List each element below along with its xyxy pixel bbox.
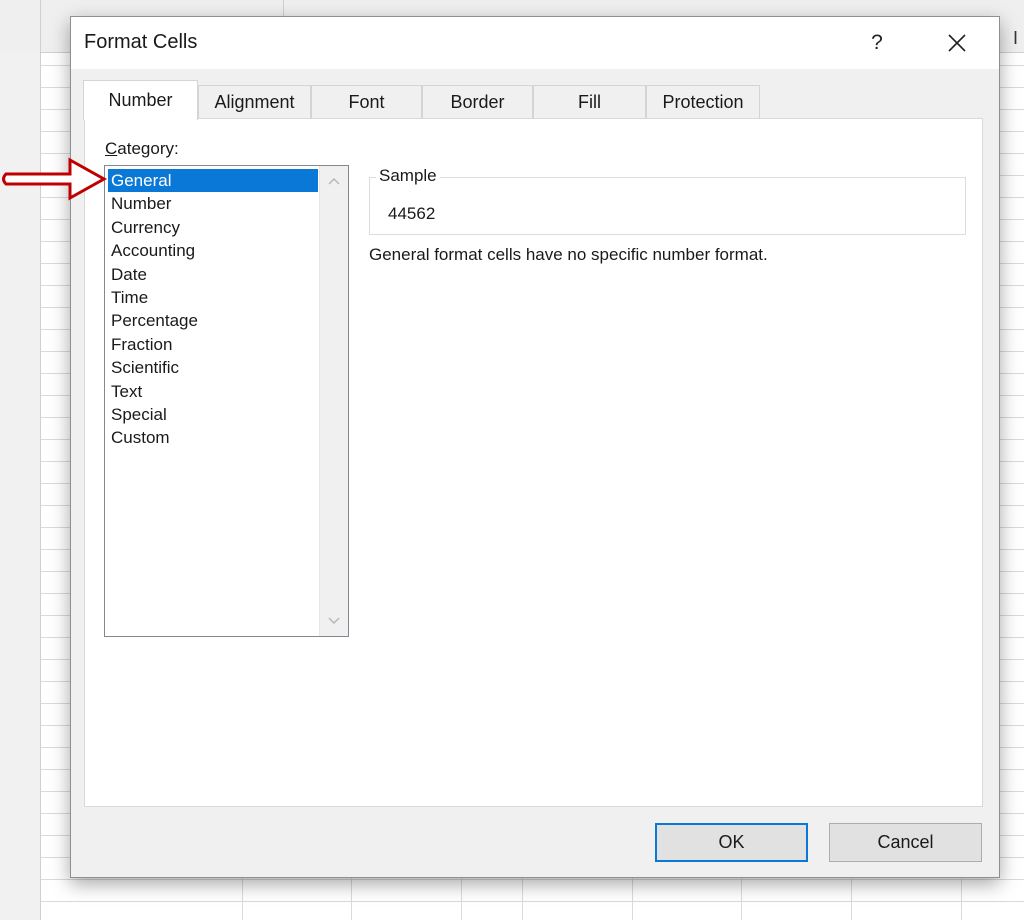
- dialog-title: Format Cells: [84, 31, 198, 53]
- category-listbox[interactable]: General Number Currency Accounting Date …: [104, 165, 349, 637]
- category-list: General Number Currency Accounting Date …: [108, 169, 318, 450]
- category-item-currency[interactable]: Currency: [108, 216, 318, 239]
- category-item-date[interactable]: Date: [108, 263, 318, 286]
- ok-button[interactable]: OK: [655, 823, 808, 862]
- tab-panel-number: Category: General Number Currency Accoun…: [84, 118, 983, 807]
- category-item-number[interactable]: Number: [108, 192, 318, 215]
- tab-number[interactable]: Number: [83, 80, 198, 120]
- category-item-general[interactable]: General: [108, 169, 318, 193]
- annotation-arrow-icon: [2, 157, 108, 201]
- cancel-button[interactable]: Cancel: [829, 823, 982, 862]
- select-all-corner[interactable]: [0, 0, 41, 52]
- category-scrollbar[interactable]: [319, 166, 348, 636]
- category-item-special[interactable]: Special: [108, 403, 318, 426]
- tab-alignment[interactable]: Alignment: [198, 85, 311, 119]
- sample-groupbox: Sample 44562: [369, 166, 966, 235]
- close-icon: [948, 34, 966, 52]
- category-item-scientific[interactable]: Scientific: [108, 356, 318, 379]
- dialog-titlebar[interactable]: Format Cells ?: [71, 17, 999, 69]
- category-item-text[interactable]: Text: [108, 380, 318, 403]
- tab-protection[interactable]: Protection: [646, 85, 760, 119]
- column-letter: I: [1012, 28, 1018, 48]
- category-label-text: ategory:: [117, 139, 179, 158]
- category-item-percentage[interactable]: Percentage: [108, 309, 318, 332]
- close-button[interactable]: [931, 25, 983, 61]
- scroll-down-arrow-icon: [328, 617, 340, 624]
- format-cells-dialog: Format Cells ? Number Alignment Font Bor…: [70, 16, 1000, 878]
- sample-legend: Sample: [376, 166, 440, 186]
- tab-font[interactable]: Font: [311, 85, 422, 119]
- tab-border[interactable]: Border: [422, 85, 533, 119]
- help-button[interactable]: ?: [857, 25, 897, 61]
- category-item-fraction[interactable]: Fraction: [108, 333, 318, 356]
- tab-fill[interactable]: Fill: [533, 85, 646, 119]
- category-item-custom[interactable]: Custom: [108, 426, 318, 449]
- category-item-time[interactable]: Time: [108, 286, 318, 309]
- format-description: General format cells have no specific nu…: [369, 245, 768, 264]
- sample-value: 44562: [388, 204, 436, 223]
- category-item-accounting[interactable]: Accounting: [108, 239, 318, 262]
- scroll-up-arrow-icon: [328, 178, 340, 185]
- category-label: Category:: [105, 139, 179, 159]
- scroll-down-button[interactable]: [320, 608, 348, 634]
- scroll-up-button[interactable]: [320, 168, 348, 194]
